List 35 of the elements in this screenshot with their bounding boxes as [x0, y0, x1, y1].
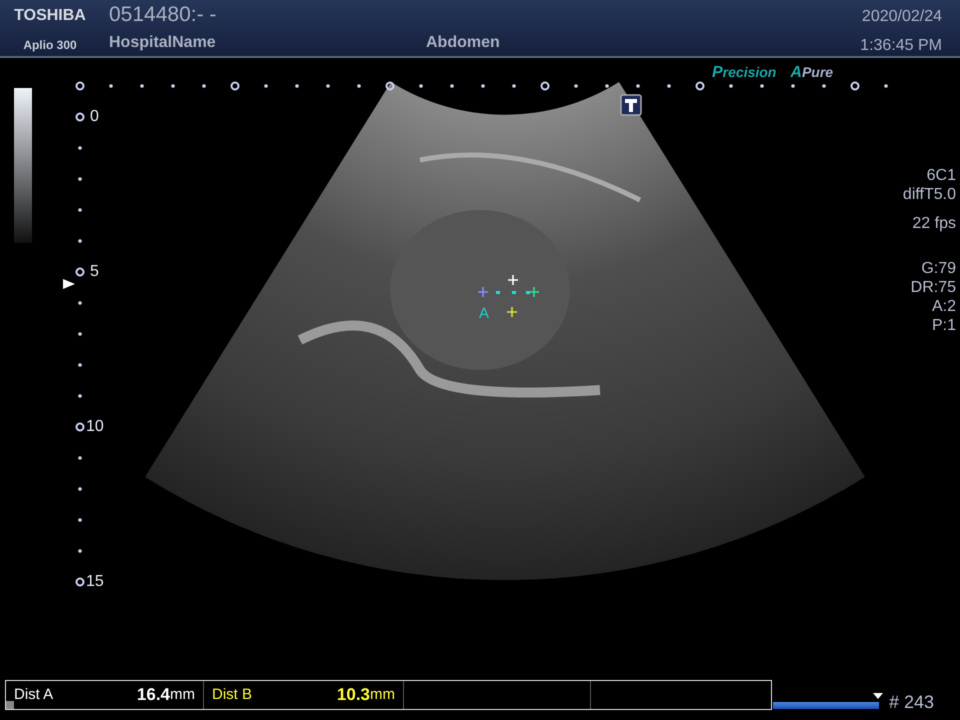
- measurement-label: Dist B: [212, 684, 254, 705]
- text-annotation-icon[interactable]: [620, 94, 642, 116]
- scan-parameter: G:79: [921, 259, 956, 278]
- hospital-name: HospitalName: [109, 33, 217, 53]
- depth-label: 5: [90, 263, 99, 281]
- frame-number: # 243: [889, 691, 934, 714]
- corner-marker-icon: [6, 701, 14, 709]
- exam-preset: Abdomen: [426, 34, 500, 51]
- cine-position-icon: [873, 693, 883, 699]
- measurement-label: Dist A: [14, 684, 54, 705]
- measurement-unit: mm: [370, 684, 395, 705]
- mode-label: APure: [790, 63, 834, 83]
- caliper-cross-icon[interactable]: [528, 286, 540, 298]
- caliper-line: [496, 291, 530, 294]
- patient-id: 0514480:- -: [109, 2, 218, 28]
- measurement-value: 10.3: [336, 684, 370, 706]
- scan-parameter: diffT5.0: [902, 185, 956, 204]
- measurement-unit: mm: [170, 684, 195, 705]
- focus-marker-icon: [63, 279, 75, 289]
- model-name: Aplio 300: [23, 37, 77, 54]
- caliper-label: A: [479, 306, 490, 321]
- exam-time: 1:36:45 PM: [860, 36, 942, 56]
- scan-parameter: P:1: [932, 316, 956, 335]
- exam-date: 2020/02/24: [862, 7, 942, 27]
- scan-parameter: 6C1: [926, 166, 956, 185]
- scan-parameter: A:2: [932, 297, 956, 316]
- depth-label: 15: [86, 573, 104, 591]
- caliper-cross-icon[interactable]: [506, 306, 518, 318]
- measurement-value: 16.4: [136, 684, 170, 706]
- scan-parameter: DR:75: [910, 278, 956, 297]
- depth-label: 0: [90, 108, 99, 126]
- depth-label: 10: [86, 418, 104, 436]
- mode-label: Precision: [712, 63, 776, 83]
- scan-parameter: 22 fps: [912, 214, 956, 233]
- brand-logo: TOSHIBA: [14, 6, 86, 26]
